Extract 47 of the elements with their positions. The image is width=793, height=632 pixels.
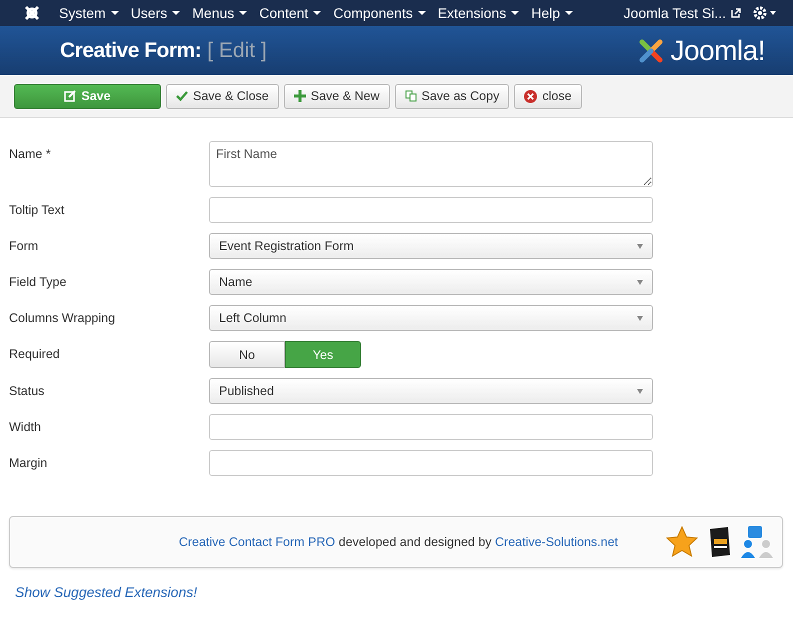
select-field[interactable]: Left Column — [209, 305, 653, 331]
field-label: Field Type — [9, 274, 68, 289]
toolbar-button[interactable]: close — [514, 84, 582, 108]
settings-icon[interactable] — [753, 6, 777, 20]
field-label: Status — [9, 383, 46, 398]
menu-item[interactable]: Content — [259, 5, 322, 21]
field-label: Margin — [9, 455, 48, 470]
menu-item[interactable]: Components — [333, 5, 426, 21]
credits-text: Creative Contact Form PRO developed and designed by Creative-Solutions.net — [178, 535, 618, 549]
suggested-extensions-link[interactable]: Show Suggested Extensions! — [15, 584, 198, 600]
product-link[interactable]: Creative Contact Form PRO — [178, 535, 336, 549]
plus-icon — [294, 90, 306, 102]
field-label: Required — [9, 346, 61, 361]
toggle-option[interactable]: No — [209, 341, 285, 368]
field-label: Name * — [9, 146, 52, 161]
field-label: Columns Wrapping — [9, 310, 116, 325]
menu-item[interactable]: System — [59, 5, 119, 21]
page-subtitle: [ Edit ] — [207, 38, 267, 62]
cancel-icon — [524, 90, 538, 102]
support-users-icon[interactable] — [740, 526, 774, 558]
star-icon[interactable] — [666, 526, 698, 558]
external-link-icon — [731, 8, 741, 18]
toolbar-button[interactable]: Save & New — [284, 84, 390, 108]
name-field[interactable]: First Name — [209, 141, 653, 187]
toolbar-button[interactable]: Save as Copy — [394, 84, 510, 108]
page-title: Creative Form: — [60, 38, 202, 62]
select-field[interactable]: Name — [209, 269, 653, 295]
select-field[interactable]: Published — [209, 378, 653, 404]
site-link[interactable]: Joomla Test Si... — [624, 5, 741, 21]
text-field[interactable] — [209, 450, 653, 476]
menu-item[interactable]: Help — [531, 5, 573, 21]
field-label: Toltip Text — [9, 202, 66, 217]
text-field[interactable] — [209, 197, 653, 223]
joomla-logo-icon[interactable] — [22, 3, 42, 23]
check-icon — [176, 90, 188, 102]
menu-item[interactable]: Users — [130, 5, 180, 21]
menu-item[interactable]: Menus — [192, 5, 248, 21]
edit-icon — [64, 90, 76, 102]
menu-item[interactable]: Extensions — [438, 5, 520, 21]
field-label: Form — [9, 238, 40, 253]
company-link[interactable]: Creative-Solutions.net — [495, 535, 618, 549]
select-field[interactable]: Event Registration Form — [209, 233, 653, 259]
logo-text: Joomla! — [670, 34, 765, 66]
text-field[interactable] — [209, 414, 653, 440]
copy-icon — [404, 90, 417, 102]
field-label: Width — [9, 419, 42, 434]
toolbar-button[interactable]: Save & Close — [166, 84, 279, 108]
